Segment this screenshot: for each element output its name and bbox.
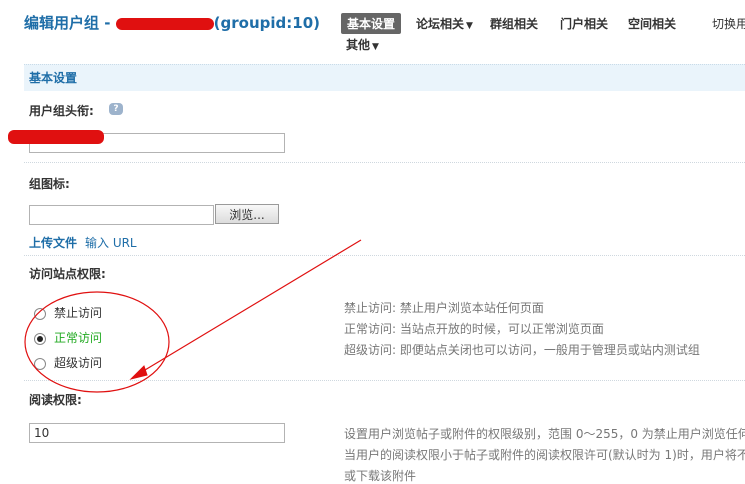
group-icon-label: 组图标:	[29, 177, 70, 191]
tab-other[interactable]: 其他 ▼	[346, 36, 379, 53]
chevron-down-icon: ▼	[372, 42, 379, 52]
page-title: 编辑用户组 - (groupid:10)	[24, 12, 320, 33]
title-prefix: 编辑用户组 -	[24, 14, 116, 32]
redaction-mark	[8, 130, 104, 144]
tab-label: 空间相关	[628, 17, 677, 31]
option-label: 禁止访问	[54, 306, 103, 320]
upload-file-link[interactable]: 上传文件	[29, 234, 77, 251]
radio-button[interactable]	[34, 332, 46, 345]
tab-label: 门户相关	[560, 17, 609, 31]
access-option-super[interactable]: 超级访问	[34, 354, 102, 371]
section-title: 基本设置	[29, 71, 78, 85]
help-icon[interactable]: ?	[109, 103, 123, 115]
group-title-label: 用户组头衔:	[29, 104, 94, 118]
access-hint-forbid: 禁止访问: 禁止用户浏览本站任何页面	[344, 301, 544, 315]
section-bar-basic-settings: 基本设置	[24, 64, 745, 91]
tab-label: 群组相关	[490, 17, 539, 31]
tab-basic-settings[interactable]: 基本设置	[341, 13, 402, 34]
access-label: 访问站点权限:	[29, 267, 106, 281]
tab-switch[interactable]: 切换用	[712, 15, 745, 32]
tab-label: 基本设置	[347, 17, 396, 31]
access-option-forbid[interactable]: 禁止访问	[34, 304, 102, 321]
annotation-arrowhead	[129, 365, 148, 380]
radio-button[interactable]	[34, 357, 46, 370]
input-url-link[interactable]: 输入 URL	[85, 234, 137, 251]
divider	[24, 162, 745, 163]
annotation-arrow-line	[134, 239, 362, 377]
tab-space[interactable]: 空间相关	[628, 15, 676, 32]
read-permission-input[interactable]	[29, 423, 285, 443]
page-header: 编辑用户组 - (groupid:10) 基本设置 论坛相关 ▼ 群组相关 门户相…	[0, 0, 745, 60]
tab-portal[interactable]: 门户相关	[560, 15, 608, 32]
tab-label: 切换用	[712, 17, 745, 31]
access-option-normal[interactable]: 正常访问	[34, 329, 102, 346]
group-icon-input[interactable]	[29, 205, 214, 225]
browse-button[interactable]: 浏览...	[215, 204, 279, 224]
group-id: (groupid:10)	[213, 14, 320, 32]
access-hint-normal: 正常访问: 当站点开放的时候，可以正常浏览页面	[344, 322, 604, 336]
access-hint-super: 超级访问: 即便站点关闭也可以访问，一般用于管理员或站内测试组	[344, 343, 700, 357]
tab-label: 其他	[346, 38, 371, 52]
read-permission-label: 阅读权限:	[29, 393, 82, 407]
redacted-group-name	[115, 17, 214, 30]
tab-label: 论坛相关	[416, 17, 465, 31]
read-permission-hint-1: 设置用户浏览帖子或附件的权限级别，范围 0～255，0 为禁止用户浏览任何	[344, 427, 745, 441]
option-label: 正常访问	[54, 331, 103, 345]
read-permission-hint-3: 或下载该附件	[344, 469, 417, 483]
divider	[24, 380, 745, 381]
tab-groups[interactable]: 群组相关	[490, 15, 538, 32]
radio-button[interactable]	[34, 307, 46, 320]
chevron-down-icon: ▼	[466, 21, 473, 31]
read-permission-hint-2: 当用户的阅读权限小于帖子或附件的阅读权限许可(默认时为 1)时，用户将不	[344, 448, 745, 462]
divider	[24, 255, 745, 256]
tab-forum[interactable]: 论坛相关 ▼	[416, 15, 473, 32]
option-label: 超级访问	[54, 356, 103, 370]
